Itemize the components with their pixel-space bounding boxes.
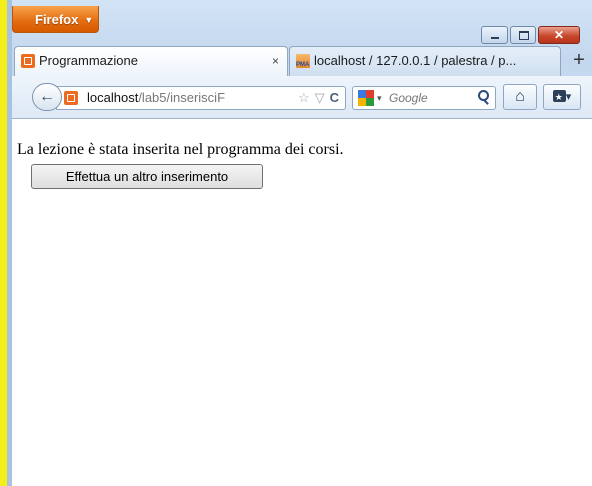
tab-close-icon[interactable]: × (272, 47, 279, 75)
page-content: La lezione è stata inserita nel programm… (12, 119, 592, 486)
new-insert-button[interactable]: Effettua un altro inserimento (31, 164, 263, 189)
back-arrow-icon: ← (39, 88, 55, 105)
search-bar[interactable]: ▾ Google (352, 86, 496, 110)
url-host: localhost (87, 90, 139, 105)
chevron-down-icon: ▾ (565, 91, 572, 103)
history-dropdown-icon[interactable]: ▽ (315, 90, 325, 105)
title-bar: Firefox ▼ ✕ (12, 0, 592, 44)
minimize-icon (491, 37, 499, 39)
close-window-button[interactable]: ✕ (538, 26, 580, 44)
tab-strip: Programmazione × PMA localhost / 127.0.0… (12, 46, 592, 76)
bookmarks-icon (552, 85, 566, 109)
search-icon[interactable] (477, 89, 489, 101)
tab-label: localhost / 127.0.0.1 / palestra / p... (314, 53, 517, 68)
phpmyadmin-icon: PMA (296, 54, 310, 68)
screen-edge-highlight (0, 0, 7, 486)
url-text: localhost/lab5/inserisciF (87, 87, 287, 109)
orange-square-icon (21, 54, 35, 68)
url-bar-icons: ☆ ▽ C (293, 87, 339, 109)
reload-icon[interactable]: C (330, 90, 339, 105)
url-path: /lab5/inserisciF (138, 90, 226, 105)
firefox-menu-label: Firefox (35, 12, 79, 27)
google-icon[interactable] (358, 90, 374, 106)
bookmarks-button[interactable]: ▾ (543, 84, 581, 110)
confirmation-message: La lezione è stata inserita nel programm… (17, 141, 344, 158)
search-placeholder: Google (389, 91, 428, 105)
tab-label: Programmazione (39, 53, 138, 68)
firefox-menu-button[interactable]: Firefox ▼ (12, 6, 99, 33)
tab-phpmyadmin[interactable]: PMA localhost / 127.0.0.1 / palestra / p… (289, 46, 561, 76)
new-tab-button[interactable]: + (566, 46, 592, 76)
bookmark-star-icon[interactable]: ☆ (298, 90, 310, 105)
site-identity-icon[interactable] (64, 91, 78, 105)
close-icon: ✕ (553, 28, 565, 42)
home-icon: ⌂ (515, 88, 525, 105)
navigation-toolbar: localhost/lab5/inserisciF ☆ ▽ C ← ▾ Google… (12, 76, 592, 119)
maximize-icon (519, 31, 529, 40)
chevron-down-icon: ▼ (84, 15, 94, 25)
search-engine-dropdown-icon[interactable]: ▾ (377, 87, 382, 109)
home-button[interactable]: ⌂ (503, 84, 537, 110)
url-bar[interactable]: localhost/lab5/inserisciF ☆ ▽ C (56, 86, 346, 110)
minimize-button[interactable] (481, 26, 508, 44)
maximize-button[interactable] (510, 26, 536, 44)
back-button[interactable]: ← (32, 83, 62, 111)
tab-programmazione[interactable]: Programmazione × (14, 46, 288, 76)
